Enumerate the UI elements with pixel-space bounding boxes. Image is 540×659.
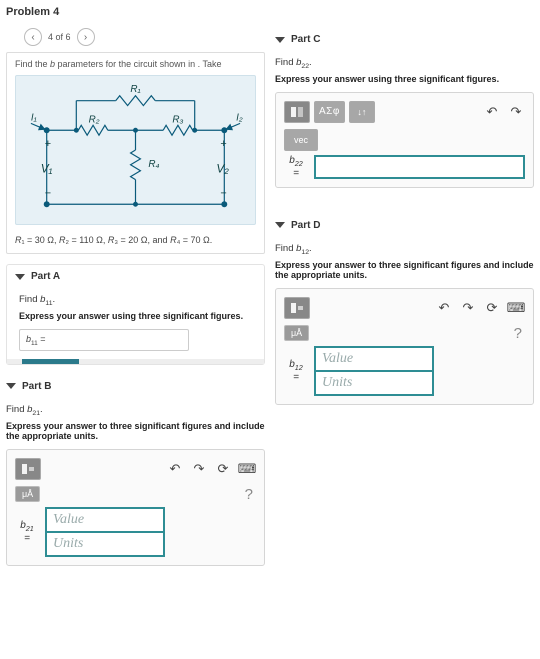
part-a-input[interactable] bbox=[49, 335, 183, 345]
part-c: Part C Find b22. Express your answer usi… bbox=[275, 28, 534, 200]
given-values: R₁ = 30 Ω, R₂ = 110 Ω, R₃ = 20 Ω, and R₄… bbox=[15, 235, 256, 245]
part-c-find: Find b22. bbox=[275, 57, 534, 70]
caret-icon bbox=[15, 274, 25, 280]
part-d-units-input[interactable]: Units bbox=[314, 370, 434, 396]
unit-chip[interactable]: μÅ bbox=[284, 325, 309, 341]
part-c-instr: Express your answer using three signific… bbox=[275, 74, 534, 84]
help-icon[interactable]: ? bbox=[511, 325, 525, 342]
undo-icon[interactable]: ↶ bbox=[483, 104, 501, 120]
part-d-find: Find b12. bbox=[275, 243, 534, 256]
pager-text: 4 of 6 bbox=[48, 32, 71, 42]
label-r1: R₁ bbox=[130, 84, 140, 95]
redo-icon[interactable]: ↷ bbox=[507, 104, 525, 120]
part-b-units-input[interactable]: Units bbox=[45, 531, 165, 557]
part-d-title: Part D bbox=[291, 220, 320, 231]
part-a-answer-box[interactable]: b11 = bbox=[19, 329, 189, 351]
label-v1: V₁ bbox=[41, 162, 53, 176]
part-b-find: Find b21. bbox=[6, 404, 265, 417]
pager: ‹ 4 of 6 › bbox=[24, 28, 265, 46]
part-d-lhs: b12= bbox=[284, 359, 308, 383]
part-b-panel: ↶ ↷ ⟳ ⌨ μÅ ? b21= Value Unit bbox=[6, 449, 265, 566]
intro-text: Find the b parameters for the circuit sh… bbox=[15, 59, 256, 69]
part-d-header[interactable]: Part D bbox=[275, 214, 534, 237]
label-r4: R₄ bbox=[148, 159, 159, 170]
svg-text:+: + bbox=[45, 138, 51, 150]
vec-button[interactable]: vec bbox=[284, 129, 318, 151]
help-icon[interactable]: ? bbox=[242, 486, 256, 503]
part-b-lhs: b21= bbox=[15, 520, 39, 544]
part-b-instr: Express your answer to three significant… bbox=[6, 421, 265, 441]
label-r3: R₃ bbox=[172, 114, 183, 125]
part-b-title: Part B bbox=[22, 381, 51, 392]
template-button[interactable] bbox=[15, 458, 41, 480]
part-d: Part D Find b12. Express your answer to … bbox=[275, 214, 534, 417]
svg-text:+: + bbox=[220, 138, 226, 150]
part-a-lhs: b11 = bbox=[26, 334, 46, 347]
template-button[interactable] bbox=[284, 101, 310, 123]
part-a-instr: Express your answer using three signific… bbox=[19, 311, 252, 321]
part-d-panel: ↶ ↷ ⟳ ⌨ μÅ ? b12= Value Unit bbox=[275, 288, 534, 405]
template-button[interactable] bbox=[284, 297, 310, 319]
reset-icon[interactable]: ⟳ bbox=[483, 300, 501, 316]
part-c-title: Part C bbox=[291, 34, 320, 45]
part-c-lhs: b22= bbox=[284, 155, 308, 179]
label-v2: V₂ bbox=[216, 162, 229, 176]
sigma-button[interactable]: ΑΣφ bbox=[314, 101, 345, 123]
part-a-header[interactable]: Part A bbox=[7, 265, 264, 288]
unit-chip[interactable]: μÅ bbox=[15, 486, 40, 502]
part-a-progress bbox=[7, 359, 264, 364]
prev-button[interactable]: ‹ bbox=[24, 28, 42, 46]
label-i1: I₁ bbox=[31, 112, 37, 123]
part-d-value-input[interactable]: Value bbox=[314, 346, 434, 372]
circuit-diagram: R₁ R₂ R₃ R₄ bbox=[15, 75, 256, 225]
part-d-instr: Express your answer to three significant… bbox=[275, 260, 534, 280]
part-a: Part A Find b11. Express your answer usi… bbox=[6, 264, 265, 365]
label-i2: I₂ bbox=[236, 112, 243, 123]
part-b: Part B Find b21. Express your answer to … bbox=[6, 375, 265, 578]
redo-icon[interactable]: ↷ bbox=[190, 461, 208, 477]
caret-icon bbox=[275, 37, 285, 43]
redo-icon[interactable]: ↷ bbox=[459, 300, 477, 316]
undo-icon[interactable]: ↶ bbox=[166, 461, 184, 477]
part-a-find: Find b11. bbox=[19, 294, 252, 307]
next-button[interactable]: › bbox=[77, 28, 95, 46]
part-c-header[interactable]: Part C bbox=[275, 28, 534, 51]
caret-icon bbox=[275, 222, 285, 228]
part-a-title: Part A bbox=[31, 271, 60, 282]
part-c-input[interactable] bbox=[314, 155, 525, 179]
keyboard-icon[interactable]: ⌨ bbox=[238, 461, 256, 477]
intro-panel: Find the b parameters for the circuit sh… bbox=[6, 52, 265, 254]
svg-text:−: − bbox=[45, 187, 51, 199]
reset-icon[interactable]: ⟳ bbox=[214, 461, 232, 477]
problem-title: Problem 4 bbox=[6, 6, 534, 18]
svg-text:−: − bbox=[220, 187, 226, 199]
part-b-value-input[interactable]: Value bbox=[45, 507, 165, 533]
part-c-panel: ΑΣφ ↓↑ ↶ ↷ vec b22= bbox=[275, 92, 534, 188]
label-r2: R₂ bbox=[89, 114, 100, 125]
caret-icon bbox=[6, 383, 16, 389]
undo-icon[interactable]: ↶ bbox=[435, 300, 453, 316]
arrows-button[interactable]: ↓↑ bbox=[349, 101, 375, 123]
part-b-header[interactable]: Part B bbox=[6, 375, 265, 398]
keyboard-icon[interactable]: ⌨ bbox=[507, 300, 525, 316]
